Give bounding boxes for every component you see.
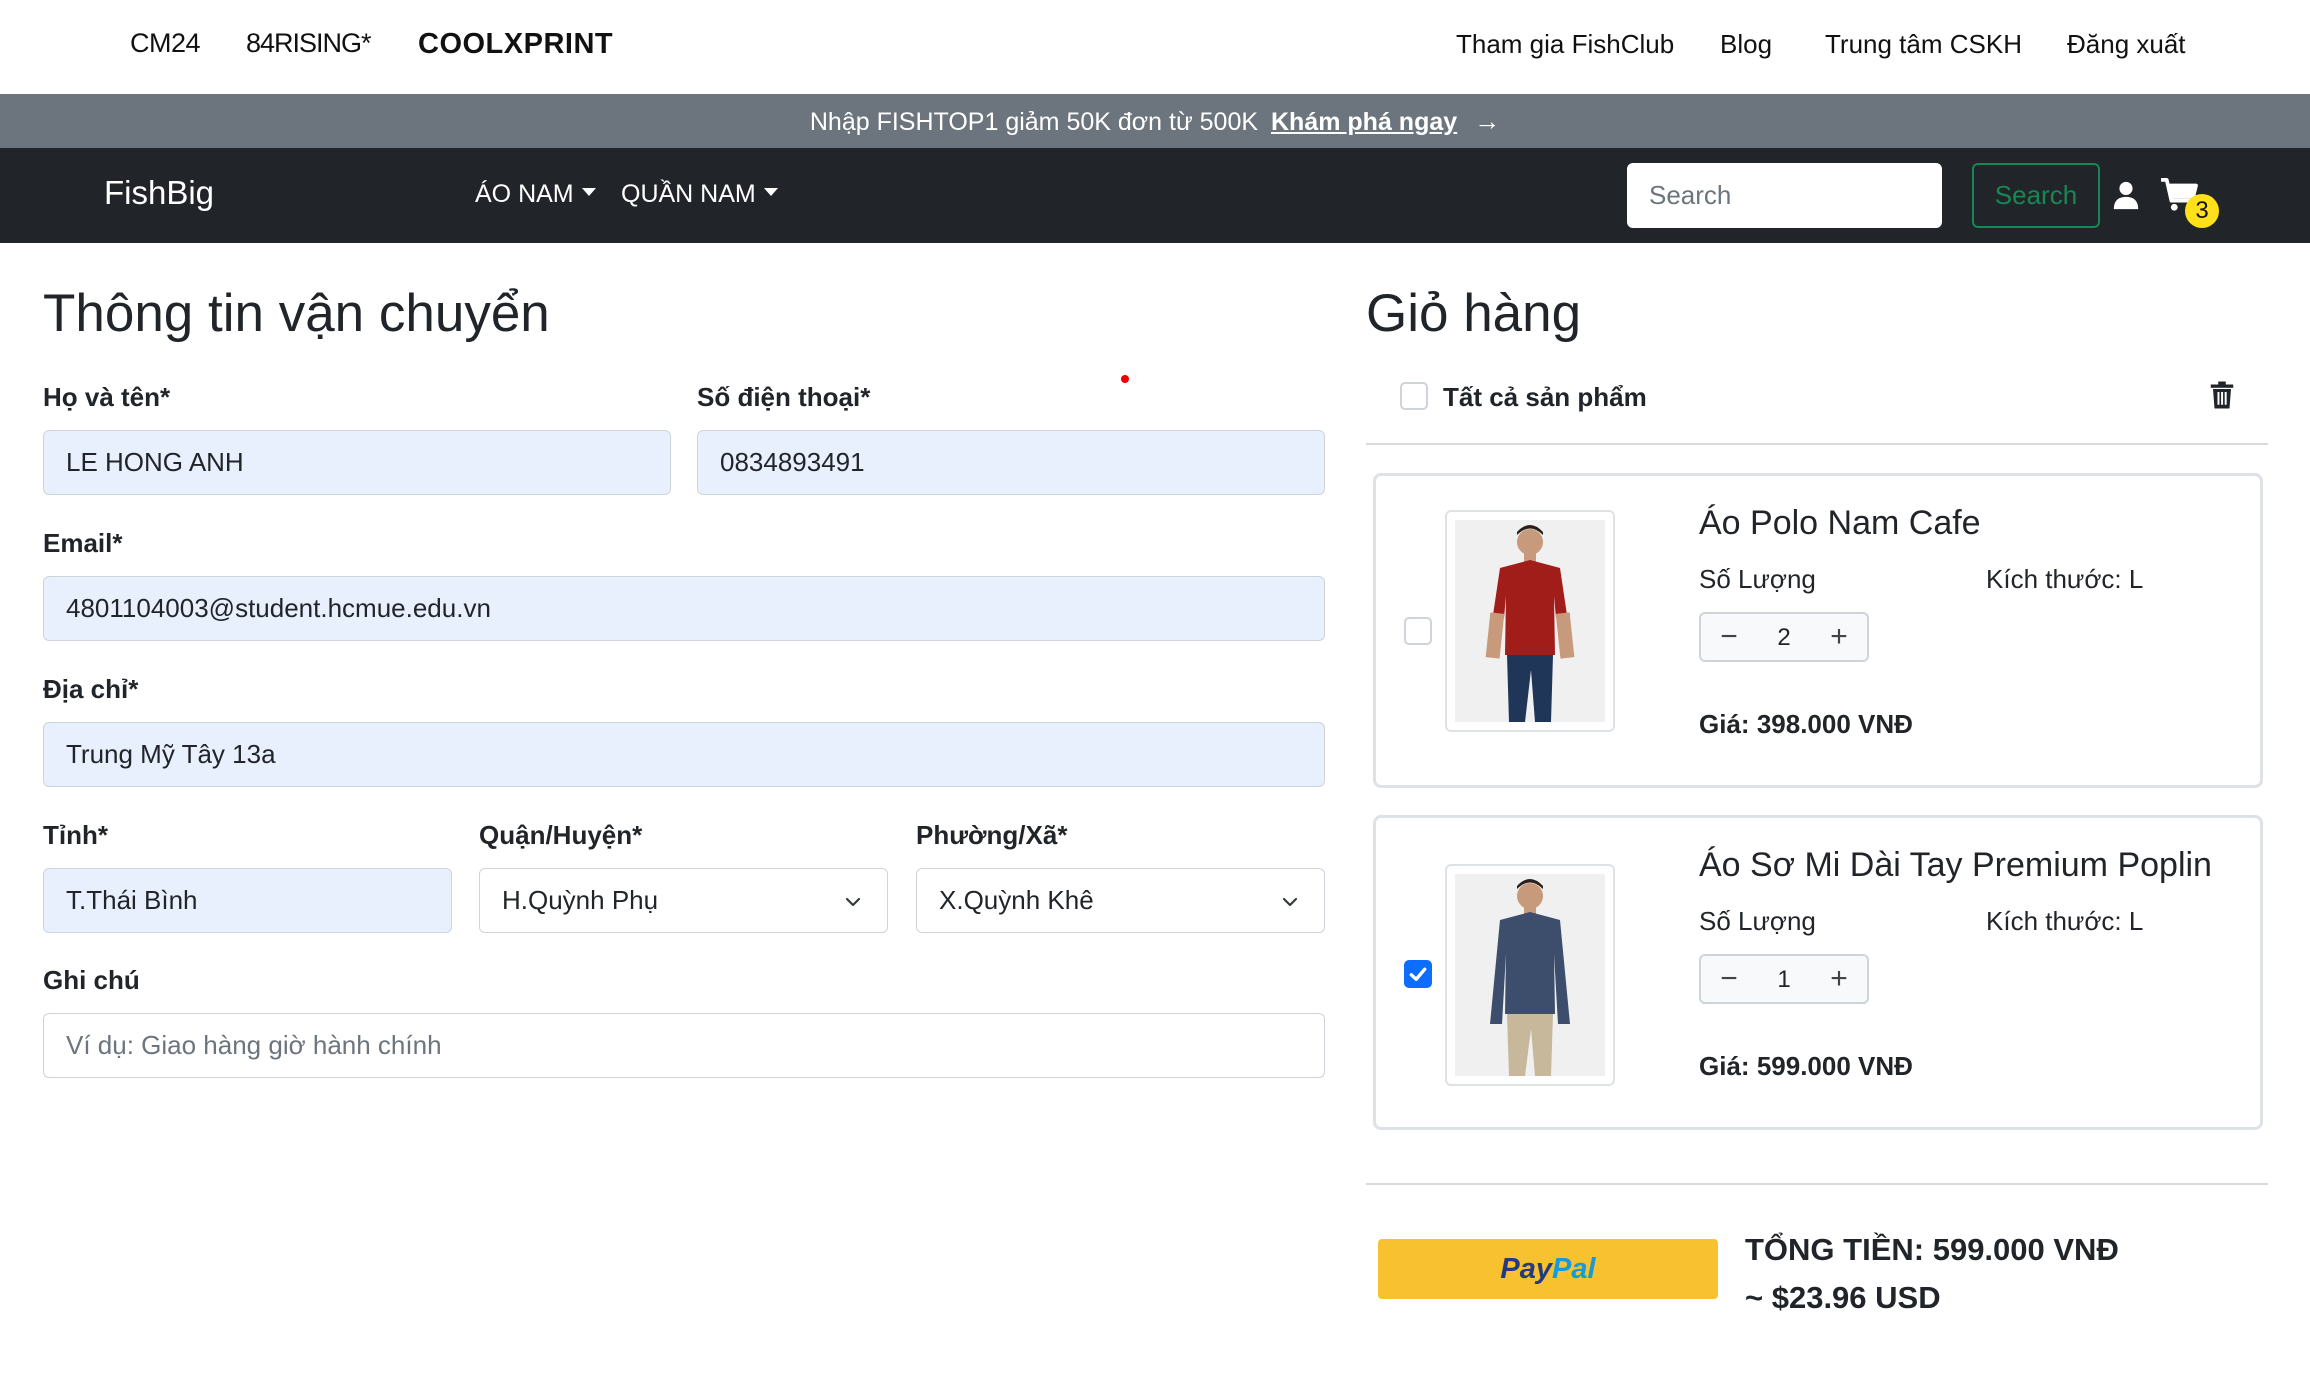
- price-label: Giá:: [1699, 1051, 1750, 1081]
- promo-text: Nhập FISHTOP1 giảm 50K đơn từ 500K: [809, 108, 1259, 136]
- promo-banner: Nhập FISHTOP1 giảm 50K đơn từ 500K Khám …: [0, 94, 2310, 148]
- divider: [1366, 443, 2268, 445]
- product-image[interactable]: [1445, 510, 1615, 732]
- item-checkbox[interactable]: [1404, 617, 1432, 645]
- brand-bar: CM24 84RISING* COOLXPRINT Tham gia FishC…: [0, 0, 2310, 94]
- price-text: Giá: 398.000 VNĐ: [1699, 709, 1913, 740]
- brand-cm24[interactable]: CM24: [130, 28, 201, 59]
- select-all-label: Tất cả sản phẩm: [1443, 382, 1647, 412]
- product-name[interactable]: Áo Sơ Mi Dài Tay Premium Poplin: [1699, 846, 2212, 885]
- link-fishclub[interactable]: Tham gia FishClub: [1456, 29, 1674, 60]
- address-label: Địa chỉ*: [43, 674, 139, 704]
- quantity-stepper: − 2 +: [1699, 612, 1869, 662]
- address-field[interactable]: Trung Mỹ Tây 13a: [43, 722, 1325, 787]
- select-all-checkbox[interactable]: [1400, 382, 1428, 410]
- chevron-down-icon: [845, 897, 861, 907]
- chevron-down-icon: [1282, 897, 1298, 907]
- item-checkbox[interactable]: [1404, 960, 1432, 988]
- minus-icon[interactable]: −: [1711, 619, 1747, 655]
- arrow-right-icon: →: [1474, 106, 1501, 136]
- ward-select-value: X.Quỳnh Khê: [939, 885, 1094, 915]
- divider: [1366, 1183, 2268, 1185]
- shirt-figure: [1490, 879, 1570, 1076]
- email-field[interactable]: 4801104003@student.hcmue.edu.vn: [43, 576, 1325, 641]
- price-value: 599.000 VNĐ: [1756, 1051, 1913, 1081]
- note-field[interactable]: Ví dụ: Giao hàng giờ hành chính: [43, 1013, 1325, 1078]
- province-label: Tỉnh*: [43, 820, 108, 850]
- product-image[interactable]: [1445, 864, 1615, 1086]
- district-select[interactable]: H.Quỳnh Phụ: [479, 868, 888, 933]
- link-logout[interactable]: Đăng xuất: [2067, 29, 2186, 60]
- order-total-usd: ~ $23.96 USD: [1745, 1280, 1941, 1315]
- cart-title: Giỏ hàng: [1366, 284, 1582, 343]
- quantity-value[interactable]: 1: [1756, 964, 1812, 996]
- province-field[interactable]: T.Thái Bình: [43, 868, 452, 933]
- paypal-button[interactable]: PayPal: [1378, 1239, 1718, 1299]
- red-dot-marker: [1121, 375, 1129, 383]
- nav-ao-nam-label: ÁO NAM: [475, 180, 574, 208]
- price-value: 398.000 VNĐ: [1756, 709, 1913, 739]
- nav-quan-nam[interactable]: QUẦN NAM: [621, 180, 778, 209]
- phone-field[interactable]: 0834893491: [697, 430, 1325, 495]
- district-label: Quận/Huyện*: [479, 820, 643, 850]
- nav-quan-nam-label: QUẦN NAM: [621, 180, 756, 208]
- order-total: TỔNG TIỀN: 599.000 VNĐ: [1745, 1232, 2119, 1267]
- brand-coolxprint[interactable]: COOLXPRINT: [418, 28, 613, 61]
- name-field[interactable]: LE HONG ANH: [43, 430, 671, 495]
- shipping-title: Thông tin vận chuyển: [43, 284, 550, 343]
- shirt-figure: [1485, 525, 1575, 722]
- price-label: Giá:: [1699, 709, 1750, 739]
- paypal-word-b: Pal: [1552, 1253, 1596, 1285]
- name-label: Họ và tên*: [43, 382, 171, 412]
- quantity-value[interactable]: 2: [1756, 622, 1812, 654]
- cart-item-card: Áo Sơ Mi Dài Tay Premium Poplin Số Lượng…: [1373, 815, 2263, 1130]
- quantity-stepper: − 1 +: [1699, 954, 1869, 1004]
- quantity-label: Số Lượng: [1699, 906, 1816, 936]
- main-navbar: FishBig ÁO NAM QUẦN NAM Search 3: [0, 148, 2310, 243]
- trash-icon[interactable]: [2210, 381, 2234, 409]
- cart-count-badge: 3: [2185, 194, 2219, 228]
- size-label: Kích thước: L: [1986, 564, 2144, 594]
- nav-ao-nam[interactable]: ÁO NAM: [475, 180, 596, 209]
- plus-icon[interactable]: +: [1821, 619, 1857, 655]
- user-icon[interactable]: [2111, 180, 2141, 210]
- search-input[interactable]: [1627, 163, 1942, 228]
- note-label: Ghi chú: [43, 965, 140, 995]
- promo-link[interactable]: Khám phá ngay: [1271, 108, 1457, 136]
- search-button[interactable]: Search: [1972, 163, 2100, 228]
- ward-label: Phường/Xã*: [916, 820, 1068, 850]
- price-text: Giá: 599.000 VNĐ: [1699, 1051, 1913, 1082]
- cart-item-card: Áo Polo Nam Cafe Số Lượng Kích thước: L …: [1373, 473, 2263, 788]
- link-blog[interactable]: Blog: [1720, 29, 1772, 60]
- check-icon: [1409, 967, 1427, 981]
- email-label: Email*: [43, 528, 123, 558]
- ward-select[interactable]: X.Quỳnh Khê: [916, 868, 1325, 933]
- district-select-value: H.Quỳnh Phụ: [502, 885, 659, 915]
- phone-label: Số điện thoại*: [697, 382, 871, 412]
- link-customer-care[interactable]: Trung tâm CSKH: [1825, 29, 2022, 60]
- site-logo[interactable]: FishBig: [104, 174, 214, 212]
- size-label: Kích thước: L: [1986, 906, 2144, 936]
- minus-icon[interactable]: −: [1711, 961, 1747, 997]
- caret-down-icon: [581, 188, 596, 197]
- quantity-label: Số Lượng: [1699, 564, 1816, 594]
- caret-down-icon: [763, 188, 778, 197]
- plus-icon[interactable]: +: [1821, 961, 1857, 997]
- paypal-word-a: Pay: [1500, 1253, 1553, 1285]
- product-name[interactable]: Áo Polo Nam Cafe: [1699, 504, 1981, 543]
- brand-84rising[interactable]: 84RISING*: [246, 28, 372, 59]
